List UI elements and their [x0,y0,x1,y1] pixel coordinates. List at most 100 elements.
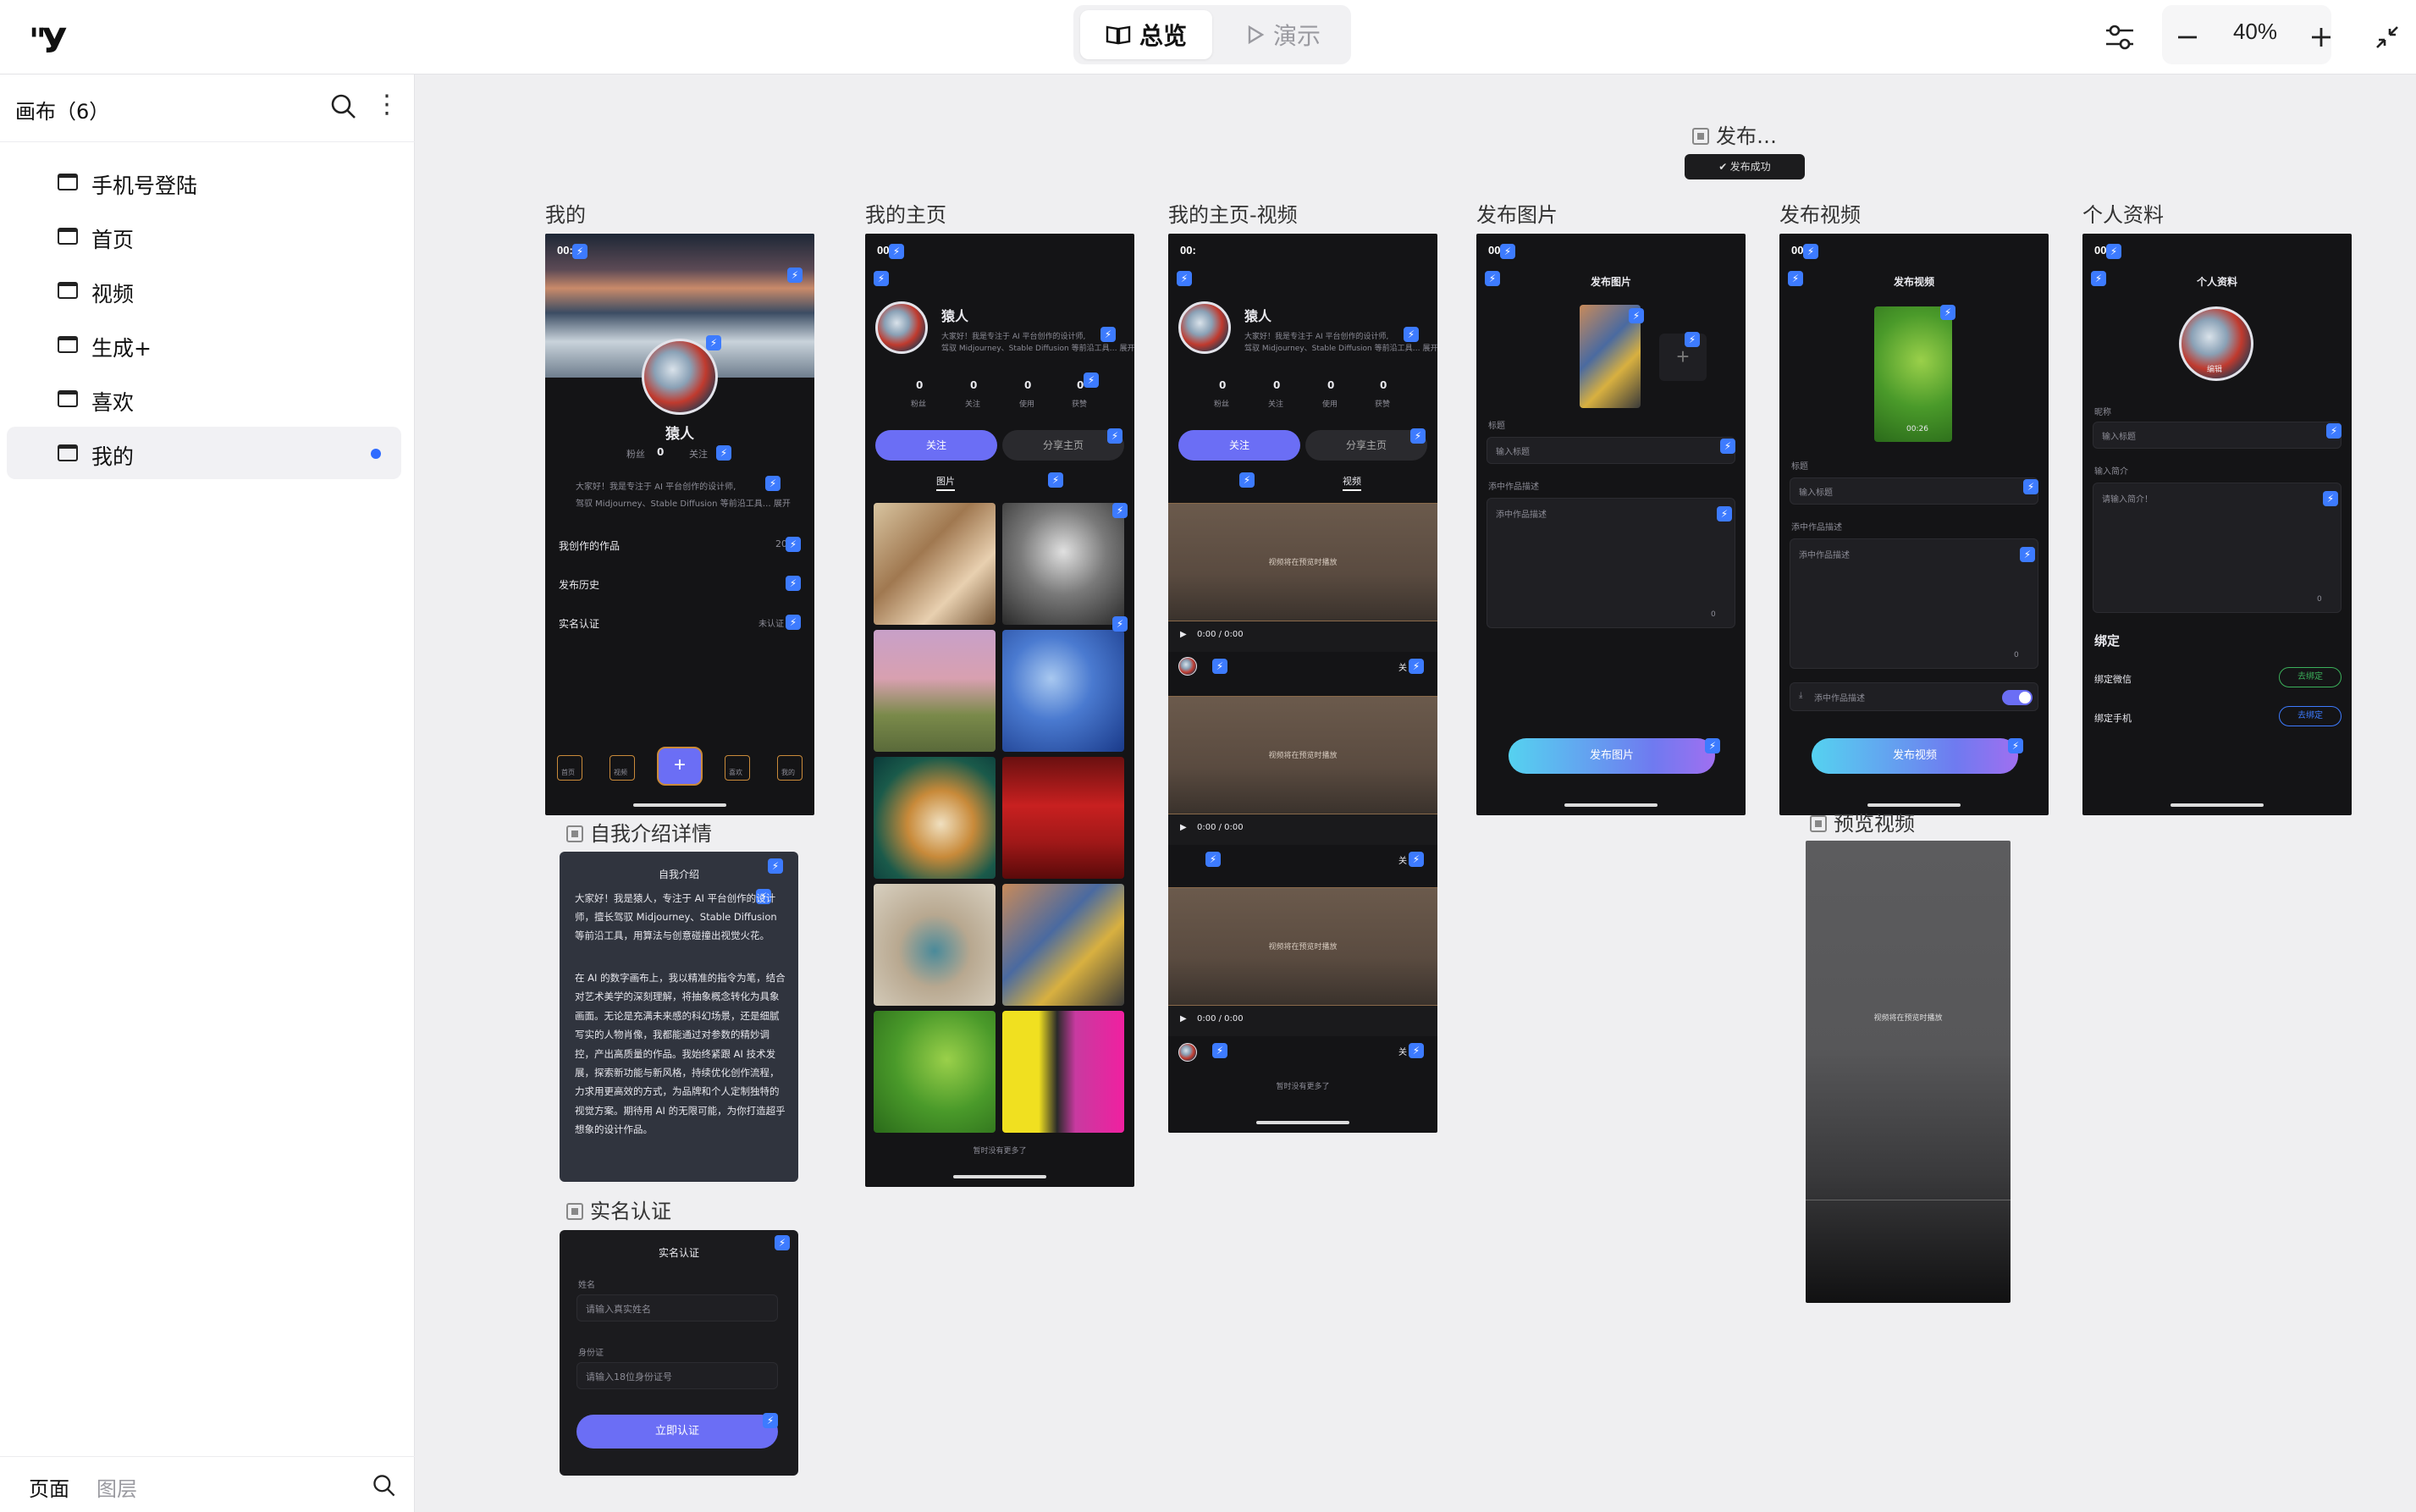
design-canvas[interactable]: 发布… ✔ 发布成功 我的 我的主页 我的主页-视频 发布图片 发布视频 个人资… [416,75,2416,1512]
realname-card[interactable]: 实名认证 ⚡ 姓名 请输入真实姓名 身份证 请输入18位身份证号 立即认证 ⚡ [560,1230,798,1476]
download-toggle-row[interactable]: ⤓ 添中作品描述 [1790,682,2038,711]
frame-label-publish[interactable]: 发布… [1692,119,1777,149]
bolt-icon: ⚡ [2020,547,2035,562]
present-mode-button[interactable]: 演示 [1222,10,1344,59]
app-logo[interactable]: "У [29,22,68,61]
follow-button[interactable]: 关注 [1178,430,1300,461]
follow-text[interactable]: 关 [1398,853,1407,866]
video-player-2[interactable]: 视频将在预览时播放 [1168,696,1437,814]
frame-label-preview[interactable]: 预览视频 [1810,807,1915,836]
tab-mine[interactable]: 我的 [777,755,803,781]
search-icon[interactable] [328,91,359,122]
video-controls-2[interactable]: ▶ 0:00 / 0:00 [1168,814,1437,845]
tab-pages[interactable]: 页面 [29,1472,69,1502]
phone-post-video[interactable]: 00: ⚡ ⚡ 发布视频 00:26 ⚡ 标题 输入标题 ⚡ 添中作品描述 添中… [1779,234,2049,815]
tab-likes[interactable]: 喜欢 [725,755,750,781]
avatar[interactable] [1178,1043,1197,1062]
row-works[interactable]: 我创作的作品 [559,538,620,553]
bind-wechat-button[interactable]: 去绑定 [2279,667,2342,687]
more-vertical-icon[interactable]: ⋮ [374,90,400,124]
avatar[interactable] [1178,301,1231,354]
gallery-image[interactable] [1002,1011,1124,1133]
sidebar-item-phone-login[interactable]: 手机号登陆 [7,156,401,208]
frame-label-realname[interactable]: 实名认证 [566,1195,671,1224]
download-toggle[interactable] [2002,690,2033,705]
gallery-image[interactable] [874,630,996,752]
frame-label-intro[interactable]: 自我介绍详情 [566,817,712,847]
video-player-3[interactable]: 视频将在预览时播放 [1168,887,1437,1006]
frame-label-post-video[interactable]: 发布视频 [1779,198,1861,228]
sidebar-item-mine[interactable]: 我的 [7,427,401,479]
selected-video-thumbnail[interactable]: 00:26 [1874,306,1952,442]
create-plus-button[interactable]: + [657,747,703,786]
tab-video[interactable]: 视频 [610,755,635,781]
avatar[interactable] [642,339,718,415]
settings-sliders-icon[interactable] [2098,15,2142,59]
overview-mode-button[interactable]: 总览 [1080,10,1212,59]
follow-text[interactable]: 关 [1398,1045,1407,1057]
gallery-image[interactable] [874,884,996,1006]
follow-button[interactable]: 关注 [875,430,997,461]
gallery-image[interactable] [1002,884,1124,1006]
description-textarea[interactable]: 添中作品描述 0 [1790,538,2038,669]
nickname-input[interactable]: 输入标题 [2093,422,2342,449]
preview-video-frame[interactable]: 视频将在预览时播放 [1806,841,2011,1303]
phone-home-video[interactable]: 00: ⚡ 猿人 大家好！我是专注于 AI 平台创作的设计师, ⚡ 驾驭 Mid… [1168,234,1437,1133]
phone-home[interactable]: 00: ⚡ ⚡ 猿人 大家好！我是专注于 AI 平台创作的设计师, ⚡ 驾驭 M… [865,234,1134,1187]
name-input[interactable]: 请输入真实姓名 [576,1294,778,1322]
phone-post-image[interactable]: 00: ⚡ ⚡ 发布图片 ⚡ + ⚡ 标题 输入标题 ⚡ 添中作品描述 添中作品… [1476,234,1746,815]
title-input[interactable]: 输入标题 [1487,437,1735,464]
intro-card[interactable]: 自我介绍 ⚡ ⚡ 大家好！我是猿人，专注于 AI 平台创作的设计师，擅长驾驭 M… [560,852,798,1182]
sidebar-item-home[interactable]: 首页 [7,210,401,262]
video-controls-3[interactable]: ▶ 0:00 / 0:00 [1168,1006,1437,1036]
sidebar-item-generate[interactable]: 生成+ [7,318,401,371]
gallery-image[interactable] [1002,503,1124,625]
avatar[interactable] [875,301,928,354]
sidebar-item-video[interactable]: 视频 [7,264,401,317]
share-home-button[interactable]: 分享主页 [1305,430,1427,461]
tab-videos[interactable]: 视频 [1343,474,1361,491]
bind-phone-button[interactable]: 去绑定 [2279,706,2342,726]
tab-home[interactable]: 首页 [557,755,582,781]
frame-label-profile[interactable]: 个人资料 [2082,198,2164,228]
bio-line-2: 驾驭 Midjourney、Stable Diffusion 等前沿工具… 展开 [576,499,791,509]
avatar[interactable] [1178,657,1197,676]
bolt-icon: ⚡ [1720,439,1735,454]
video-controls-1[interactable]: ▶ 0:00 / 0:00 [1168,621,1437,652]
gallery-image[interactable] [1002,630,1124,752]
zoom-level[interactable]: 40% [2211,19,2299,45]
share-home-button[interactable]: 分享主页 [1002,430,1124,461]
collapse-icon[interactable] [2365,15,2409,59]
tab-layers[interactable]: 图层 [97,1472,137,1502]
zoom-in-icon[interactable] [2299,15,2343,59]
sidebar-item-likes[interactable]: 喜欢 [7,372,401,425]
gallery-image[interactable] [874,757,996,879]
follow-text[interactable]: 关 [1398,660,1407,673]
row-realname[interactable]: 实名认证 [559,616,599,631]
gallery-image[interactable] [1002,757,1124,879]
phone-profile[interactable]: 00: ⚡ ⚡ 个人资料 编辑 昵称 输入标题 ⚡ 输入简介 请输入简介！ 0 ⚡… [2082,234,2352,815]
publish-success-toast: ✔ 发布成功 [1685,154,1805,179]
search-icon[interactable] [371,1472,398,1499]
gallery-image[interactable] [874,503,996,625]
frame-label-post-image[interactable]: 发布图片 [1476,198,1558,228]
page-icon [58,390,78,407]
row-history[interactable]: 发布历史 [559,577,599,592]
sidebar-header: 画布（6） ⋮ [0,74,415,142]
phone-mine[interactable]: 00: ⚡ ⚡ ⚡ 猿人 粉丝 0 关注 ⚡ 大家好！我是专注于 AI 平台创作… [545,234,814,815]
publish-image-button[interactable]: 发布图片 [1509,738,1715,774]
id-input[interactable]: 请输入18位身份证号 [576,1362,778,1389]
zoom-out-icon[interactable] [2165,15,2209,59]
frame-label-mine[interactable]: 我的 [545,198,586,228]
gallery-image[interactable] [874,1011,996,1133]
frame-label-home[interactable]: 我的主页 [865,198,946,228]
avatar[interactable]: 编辑 [2179,306,2253,381]
video-player-1[interactable]: 视频将在预览时播放 [1168,503,1437,621]
frame-label-home-video[interactable]: 我的主页-视频 [1168,198,1298,228]
title-input[interactable]: 输入标题 [1790,477,2038,505]
description-textarea[interactable]: 添中作品描述 0 [1487,498,1735,628]
tab-images[interactable]: 图片 [936,474,955,491]
intro-textarea[interactable]: 请输入简介！ 0 [2093,483,2342,613]
publish-video-button[interactable]: 发布视频 [1812,738,2018,774]
verify-button[interactable]: 立即认证 [576,1415,778,1449]
